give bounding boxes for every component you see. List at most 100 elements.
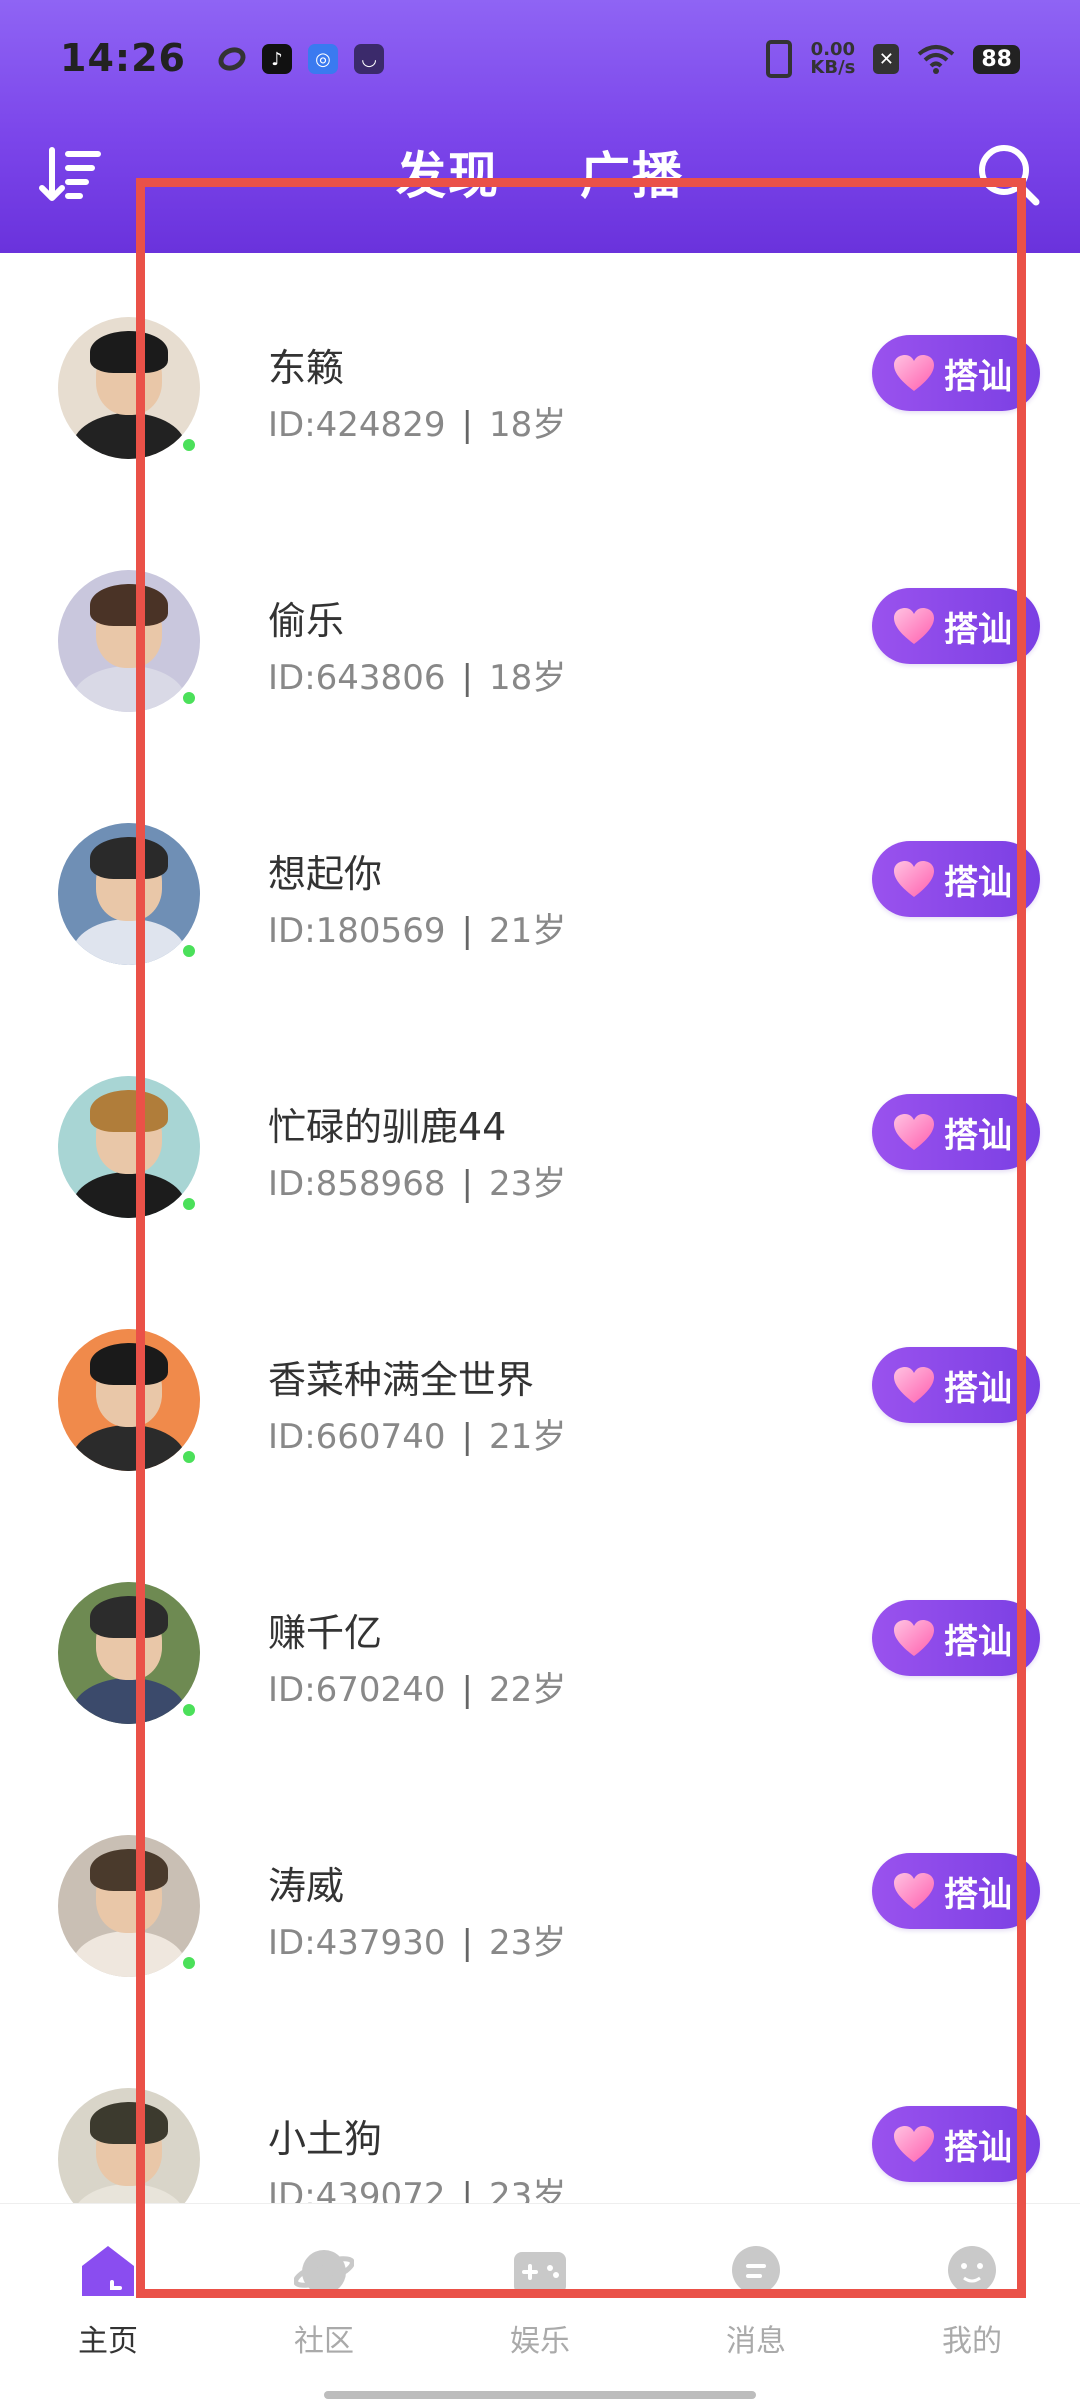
nav-community[interactable]: 社区 bbox=[254, 2242, 394, 2360]
avatar-body bbox=[72, 1172, 186, 1218]
tiktok-icon: ♪ bbox=[262, 44, 292, 74]
greet-button[interactable]: 搭讪 bbox=[872, 1094, 1040, 1170]
avatar-hair bbox=[90, 331, 168, 373]
user-name: 涛威 bbox=[268, 1864, 345, 1908]
user-id: ID:439072 bbox=[268, 2176, 446, 2203]
greet-button[interactable]: 搭讪 bbox=[872, 335, 1040, 411]
avatar[interactable] bbox=[58, 317, 200, 459]
message-icon bbox=[732, 2246, 780, 2294]
avatar-body bbox=[72, 413, 186, 459]
user-meta: ID:858968 | 23岁 bbox=[268, 1156, 566, 1205]
online-status-dot bbox=[180, 1448, 198, 1466]
avatar[interactable] bbox=[58, 1329, 200, 1471]
avatar-hair bbox=[90, 1596, 168, 1638]
home-icon bbox=[82, 2246, 134, 2296]
nav-profile-label: 我的 bbox=[942, 2324, 1002, 2359]
user-name: 想起你 bbox=[268, 852, 383, 896]
user-age: 23岁 bbox=[488, 1923, 567, 1963]
avatar[interactable] bbox=[58, 1582, 200, 1724]
user-id: ID:424829 bbox=[268, 405, 446, 445]
user-age: 18岁 bbox=[488, 405, 567, 445]
avatar-hair bbox=[90, 2102, 168, 2144]
nav-profile[interactable]: 我的 bbox=[902, 2242, 1042, 2360]
user-meta: ID:670240 | 22岁 bbox=[268, 1662, 566, 1711]
greet-button[interactable]: 搭讪 bbox=[872, 1853, 1040, 1929]
avatar[interactable] bbox=[58, 1835, 200, 1977]
avatar[interactable] bbox=[58, 823, 200, 965]
user-age: 23岁 bbox=[488, 1164, 567, 1204]
greet-button-label: 搭讪 bbox=[944, 2127, 1012, 2168]
online-status-dot bbox=[180, 1954, 198, 1972]
user-row[interactable]: 偷乐 ID:643806 | 18岁 搭讪 bbox=[0, 506, 1080, 759]
profile-icon bbox=[948, 2246, 996, 2294]
meta-separator: | bbox=[461, 1417, 473, 1457]
status-time: 14:26 bbox=[60, 36, 186, 80]
heart-icon bbox=[894, 355, 934, 391]
user-name: 偷乐 bbox=[268, 599, 345, 643]
avatar-body bbox=[72, 1931, 186, 1977]
nav-community-label: 社区 bbox=[294, 2324, 354, 2359]
user-age: 21岁 bbox=[488, 1417, 567, 1457]
home-indicator[interactable] bbox=[324, 2391, 756, 2399]
avatar-hair bbox=[90, 1849, 168, 1891]
avatar[interactable] bbox=[58, 2088, 200, 2203]
user-name: 东籁 bbox=[268, 346, 345, 390]
tab-discover[interactable]: 发现 bbox=[396, 136, 500, 208]
user-row[interactable]: 小土狗 ID:439072 | 23岁 搭讪 bbox=[0, 2024, 1080, 2203]
user-row[interactable]: 涛威 ID:437930 | 23岁 搭讪 bbox=[0, 1771, 1080, 2024]
user-row[interactable]: 想起你 ID:180569 | 21岁 搭讪 bbox=[0, 759, 1080, 1012]
user-meta: ID:439072 | 23岁 bbox=[268, 2168, 566, 2203]
tab-broadcast[interactable]: 广播 bbox=[580, 136, 684, 208]
user-row[interactable]: 香菜种满全世界 ID:660740 | 21岁 搭讪 bbox=[0, 1265, 1080, 1518]
nav-home-label: 主页 bbox=[78, 2324, 138, 2359]
avatar-body bbox=[72, 666, 186, 712]
user-id: ID:660740 bbox=[268, 1417, 446, 1457]
user-row[interactable]: 赚千亿 ID:670240 | 22岁 搭讪 bbox=[0, 1518, 1080, 1771]
heart-icon bbox=[894, 1873, 934, 1909]
greet-button-label: 搭讪 bbox=[944, 1621, 1012, 1662]
greet-button[interactable]: 搭讪 bbox=[872, 588, 1040, 664]
greet-button[interactable]: 搭讪 bbox=[872, 841, 1040, 917]
nav-messages-label: 消息 bbox=[726, 2324, 786, 2359]
user-age: 18岁 bbox=[488, 658, 567, 698]
map-app-icon: ◎ bbox=[308, 44, 338, 74]
user-age: 22岁 bbox=[488, 1670, 567, 1710]
avatar-body bbox=[72, 2184, 186, 2203]
user-name: 赚千亿 bbox=[268, 1611, 383, 1655]
avatar-hair bbox=[90, 1090, 168, 1132]
greet-button[interactable]: 搭讪 bbox=[872, 2106, 1040, 2182]
meta-separator: | bbox=[461, 911, 473, 951]
online-status-dot bbox=[180, 436, 198, 454]
avatar-body bbox=[72, 919, 186, 965]
greet-button[interactable]: 搭讪 bbox=[872, 1600, 1040, 1676]
greet-button[interactable]: 搭讪 bbox=[872, 1347, 1040, 1423]
user-row[interactable]: 忙碌的驯鹿44 ID:858968 | 23岁 搭讪 bbox=[0, 1012, 1080, 1265]
nav-messages[interactable]: 消息 bbox=[686, 2242, 826, 2360]
user-meta: ID:437930 | 23岁 bbox=[268, 1915, 566, 1964]
greet-button-label: 搭讪 bbox=[944, 1874, 1012, 1915]
avatar[interactable] bbox=[58, 570, 200, 712]
nav-home[interactable]: 主页 bbox=[38, 2242, 178, 2360]
user-id: ID:643806 bbox=[268, 658, 446, 698]
online-status-dot bbox=[180, 689, 198, 707]
meta-separator: | bbox=[461, 2176, 473, 2203]
user-meta: ID:660740 | 21岁 bbox=[268, 1409, 566, 1458]
online-status-dot bbox=[180, 1195, 198, 1213]
user-row[interactable]: 东籁 ID:424829 | 18岁 搭讪 bbox=[0, 253, 1080, 506]
heart-icon bbox=[894, 608, 934, 644]
avatar[interactable] bbox=[58, 1076, 200, 1218]
search-icon[interactable] bbox=[974, 140, 1042, 208]
network-speed-unit: KB/s bbox=[810, 57, 856, 78]
notification-icons: ♪ ◎ ◡ bbox=[214, 43, 384, 75]
heart-icon bbox=[894, 861, 934, 897]
nav-entertainment-label: 娱乐 bbox=[510, 2324, 570, 2359]
nav-entertainment[interactable]: 娱乐 bbox=[470, 2242, 610, 2360]
heart-icon bbox=[894, 1620, 934, 1656]
user-name: 香菜种满全世界 bbox=[268, 1358, 535, 1402]
avatar-body bbox=[72, 1425, 186, 1471]
wifi-icon bbox=[918, 45, 955, 74]
user-list[interactable]: 东籁 ID:424829 | 18岁 搭讪 偷乐 ID:643806 | 18岁 bbox=[0, 253, 1080, 2203]
network-speed: 0.00 KB/s bbox=[810, 41, 855, 77]
bottom-nav: 主页 社区 娱乐 消息 我的 bbox=[0, 2203, 1080, 2408]
system-icons: 0.00 KB/s ✕ 88 bbox=[766, 40, 1020, 78]
